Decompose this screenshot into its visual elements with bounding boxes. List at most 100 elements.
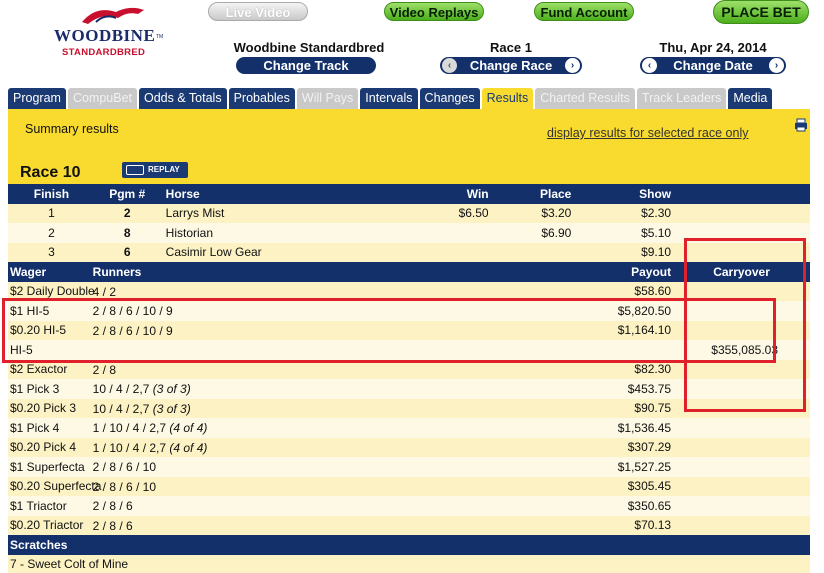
wager-carryover [673, 476, 810, 496]
wager-row: $1 HI-5 2 / 8 / 6 / 10 / 9 $5,820.50 [8, 301, 810, 321]
tab-probables[interactable]: Probables [228, 88, 295, 109]
wager-runners: 10 / 4 / 2,7 [92, 382, 153, 396]
wager-payout: $453.75 [573, 379, 674, 399]
woodbine-logo[interactable]: WOODBINE TM STANDARDBRED [50, 4, 170, 64]
wager-row: $2 Exactor 2 / 8 $82.30 [8, 359, 810, 379]
wager-row: $0.20 Pick 41 / 10 / 4 / 2,7 (4 of 4) $30… [8, 437, 810, 457]
track-name: Woodbine Standardbred [233, 40, 385, 55]
wager-payout: $1,536.45 [573, 418, 674, 438]
win-header: Win [311, 184, 491, 204]
change-race-button[interactable]: Change Race [440, 57, 582, 74]
tab-bar: Program CompuBet Odds & Totals Probables Wil… [8, 88, 774, 109]
logo-trademark: TM [156, 34, 164, 40]
wager-payout: $70.13 [573, 515, 674, 535]
wager-carryover [673, 398, 810, 418]
race-selector: Change Race ‹ › [440, 57, 582, 74]
carryover-header: Carryover [673, 262, 810, 282]
wager-row: $2 Daily Double 4 / 2 $58.60 [8, 281, 810, 301]
show-header: Show [573, 184, 674, 204]
wager-leg-note: (3 of 3) [152, 401, 191, 416]
scratches-header: Scratches [8, 535, 810, 555]
tab-intervals[interactable]: Intervals [360, 88, 418, 109]
next-race-arrow-icon[interactable]: › [565, 58, 580, 73]
finisher-show: $9.10 [573, 242, 674, 262]
wager-name: HI-5 [8, 340, 164, 360]
wager-runners: 2 / 8 / 6 / 10 / 9 [92, 304, 173, 318]
tab-charted-results[interactable]: Charted Results [535, 88, 635, 109]
wager-row: $1 Pick 41 / 10 / 4 / 2,7 (4 of 4) $1,536… [8, 418, 810, 438]
tab-program[interactable]: Program [8, 88, 66, 109]
tab-track-leaders[interactable]: Track Leaders [636, 88, 727, 109]
display-selected-race-link[interactable]: display results for selected race only [547, 126, 748, 140]
summary-label: Summary results [25, 122, 119, 136]
replay-button[interactable]: REPLAY [122, 162, 188, 178]
place-header: Place [490, 184, 574, 204]
video-replays-button[interactable]: Video Replays [384, 2, 484, 21]
finisher-show: $2.30 [573, 203, 674, 223]
wager-runners: 2 / 8 / 6 / 10 / 9 [92, 323, 173, 338]
wager-name: $2 Exactor [8, 359, 164, 379]
wager-payout: $350.65 [573, 496, 674, 516]
wager-payout: $5,820.50 [573, 301, 674, 321]
runners-header: Runners [92, 265, 142, 279]
wager-row: $0.20 Triactor 2 / 8 / 6 $70.13 [8, 515, 810, 535]
previous-date-arrow-icon[interactable]: ‹ [642, 58, 657, 73]
wager-leg-note: (3 of 3) [152, 382, 191, 396]
wager-runners: 10 / 4 / 2,7 [92, 401, 153, 416]
wager-payout: $90.75 [573, 398, 674, 418]
wager-carryover [673, 496, 810, 516]
results-table: Finish Pgm # Horse Win Place Show 1 2 Larr… [8, 184, 810, 573]
finisher-horse: Casimir Low Gear [163, 242, 312, 262]
tab-compubet[interactable]: CompuBet [67, 88, 137, 109]
print-icon[interactable] [794, 118, 808, 132]
tab-changes[interactable]: Changes [419, 88, 480, 109]
finisher-finish: 1 [12, 203, 91, 223]
wager-name: $0.20 Triactor [8, 515, 164, 535]
wager-name: $2 Daily Double [8, 281, 164, 301]
fund-account-button[interactable]: Fund Account [534, 2, 634, 21]
wager-carryover: $355,085.03 [673, 340, 810, 360]
wager-row: $1 Superfecta 2 / 8 / 6 / 10 $1,527.25 [8, 457, 810, 477]
finisher-pgm: 2 [90, 203, 164, 223]
wager-payout: $1,527.25 [573, 457, 674, 477]
finisher-pgm: 8 [90, 223, 164, 243]
finisher-row: 1 2 Larrys Mist $6.50 $3.20 $2.30 [8, 203, 810, 223]
tab-media[interactable]: Media [728, 88, 773, 109]
wager-leg-note: (4 of 4) [169, 421, 208, 435]
previous-race-arrow-icon[interactable]: ‹ [442, 58, 457, 73]
finisher-finish: 2 [12, 223, 91, 243]
tab-odds-totals[interactable]: Odds & Totals [139, 88, 227, 109]
wager-runners: 1 / 10 / 4 / 2,7 [92, 440, 170, 455]
wager-carryover [673, 320, 810, 340]
live-video-button[interactable]: Live Video [208, 2, 308, 21]
wager-carryover [673, 457, 810, 477]
wager-row: $1 Pick 3 10 / 4 / 2,7 (3 of 3) $453.75 [8, 379, 810, 399]
place-bet-button[interactable]: PLACE BET [713, 0, 809, 24]
race-title: Race 10 [20, 164, 81, 181]
wager-carryover [673, 281, 810, 301]
finisher-pgm: 6 [90, 242, 164, 262]
logo-wordmark: WOODBINE [54, 26, 156, 45]
wager-runners: 2 / 8 [92, 362, 117, 377]
wager-name: $1 Triactor [8, 496, 164, 516]
wager-carryover [673, 515, 810, 535]
tab-results[interactable]: Results [481, 88, 534, 109]
wager-payout: $1,164.10 [573, 320, 674, 340]
horse-header: Horse [163, 184, 312, 204]
wager-runners: 4 / 2 [92, 284, 117, 299]
next-date-arrow-icon[interactable]: › [769, 58, 784, 73]
finisher-row: 2 8 Historian $6.90 $5.10 [8, 223, 810, 243]
change-track-button[interactable]: Change Track [236, 57, 376, 74]
tab-will-pays[interactable]: Will Pays [296, 88, 359, 109]
wager-runners: 2 / 8 / 6 / 10 [92, 460, 157, 474]
wager-payout [573, 340, 674, 360]
change-date-button[interactable]: Change Date [640, 57, 786, 74]
finisher-row: 3 6 Casimir Low Gear $9.10 [8, 242, 810, 262]
logo-subtitle: STANDARDBRED [62, 47, 146, 58]
finisher-win: $6.50 [311, 203, 491, 223]
wager-payout: $82.30 [573, 359, 674, 379]
finisher-horse: Larrys Mist [163, 203, 312, 223]
payout-header: Payout [573, 262, 674, 282]
wager-runners: 2 / 8 / 6 [92, 499, 133, 513]
scratch-entry: 7 - Sweet Colt of Mine [8, 554, 810, 573]
